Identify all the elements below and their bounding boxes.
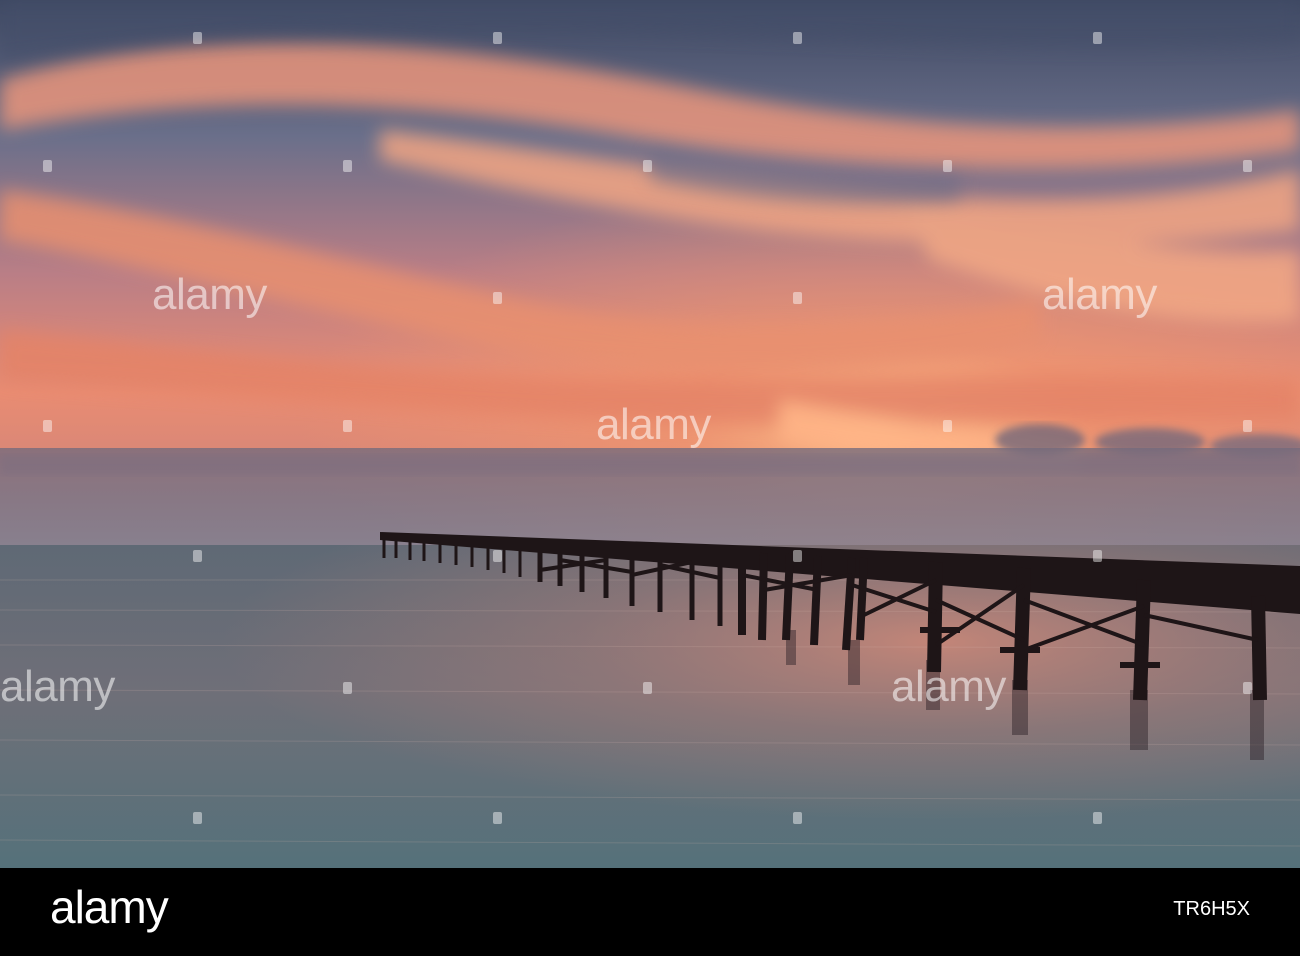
image-id-label: TR6H5X [1173,898,1250,920]
watermark-dot [643,682,652,694]
watermark-dot [493,292,502,304]
watermark-dot [43,420,52,432]
watermark-text: alamy [891,662,1006,711]
watermark-dot [943,160,952,172]
watermark-dot [943,420,952,432]
watermark-dot [1243,160,1252,172]
watermark-dot [43,160,52,172]
watermark-dot [493,32,502,44]
alamy-logo: alamy [50,881,169,933]
watermark-dot [193,32,202,44]
watermark-text: alamy [1042,270,1157,319]
watermark-dot [343,420,352,432]
watermark-dot [1243,682,1252,694]
watermark-dot [793,550,802,562]
watermark-text: alamy [596,400,711,449]
watermark-dot [793,32,802,44]
watermark-text: alamy [0,662,115,711]
watermark-dot [343,160,352,172]
brand-footer: alamy TR6H5X [0,868,1300,956]
watermark-dot [643,160,652,172]
watermark-dot [1093,812,1102,824]
watermark-dot [1243,420,1252,432]
watermark-dot [493,550,502,562]
watermark-dot [793,812,802,824]
watermark-dot [493,812,502,824]
watermark-dot [1093,550,1102,562]
photo-stage: alamy alamy alamy alamy alamy alamy TR6H… [0,0,1300,956]
watermark-text: alamy [152,270,267,319]
watermark-dot [193,812,202,824]
watermark-dot [793,292,802,304]
watermark-dot [193,550,202,562]
watermark-dot [343,682,352,694]
watermark-dot [1093,32,1102,44]
